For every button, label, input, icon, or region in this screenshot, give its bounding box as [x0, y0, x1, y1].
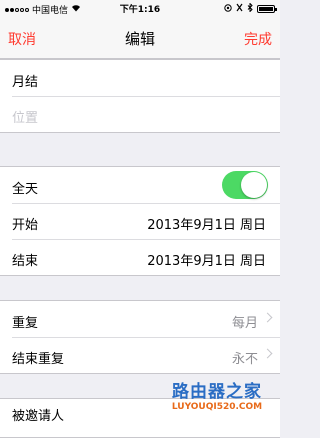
repeat-label: 重复 — [12, 316, 39, 331]
start-date-value: 2013年9月1日 周日 — [147, 218, 266, 233]
repeat-value: 每月 — [231, 316, 258, 331]
event-title-field[interactable]: 月结 — [12, 71, 38, 90]
status-bar: 中国电信 下午1:16 — [0, 0, 280, 16]
battery-fill — [259, 7, 273, 11]
alarm-icon — [236, 3, 243, 15]
repeat-row[interactable]: 重复 每月 — [0, 301, 280, 337]
bluetooth-icon — [247, 2, 253, 15]
toggle-knob — [241, 172, 267, 198]
location-icon — [224, 3, 232, 15]
location-row[interactable]: 位置 — [0, 96, 280, 132]
watermark-title: 路由器之家 — [172, 382, 262, 402]
location-field[interactable]: 位置 — [12, 107, 38, 126]
navigation-bar: 取消 编辑 完成 — [0, 16, 280, 59]
repeat-group: 重复 每月 结束重复 永不 — [0, 300, 280, 374]
site-watermark: 路由器之家 LUYOUQI520.COM — [158, 382, 276, 418]
battery-icon — [257, 5, 277, 13]
end-repeat-label: 结束重复 — [12, 352, 65, 367]
end-repeat-row[interactable]: 结束重复 永不 — [0, 337, 280, 373]
schedule-group: 全天 开始 2013年9月1日 周日 结束 2013年9月1日 周日 — [0, 166, 280, 276]
all-day-toggle[interactable] — [222, 171, 268, 199]
done-button[interactable]: 完成 — [244, 29, 272, 49]
status-bar-right — [224, 2, 277, 15]
end-repeat-value: 永不 — [231, 352, 258, 367]
watermark-url: LUYOUQI520.COM — [171, 402, 263, 412]
title-row[interactable]: 月结 — [0, 60, 280, 96]
chevron-right-icon — [262, 312, 273, 323]
all-day-row: 全天 — [0, 167, 280, 203]
page-title: 编辑 — [124, 30, 155, 48]
chevron-right-icon — [262, 348, 273, 359]
end-label: 结束 — [12, 254, 39, 269]
end-date-value: 2013年9月1日 周日 — [147, 254, 266, 269]
start-row[interactable]: 开始 2013年9月1日 周日 — [0, 203, 280, 239]
all-day-label: 全天 — [12, 182, 39, 197]
event-details-group: 月结 位置 — [0, 59, 280, 133]
start-label: 开始 — [12, 218, 39, 233]
invitees-label: 被邀请人 — [12, 409, 65, 424]
end-row[interactable]: 结束 2013年9月1日 周日 — [0, 239, 280, 275]
